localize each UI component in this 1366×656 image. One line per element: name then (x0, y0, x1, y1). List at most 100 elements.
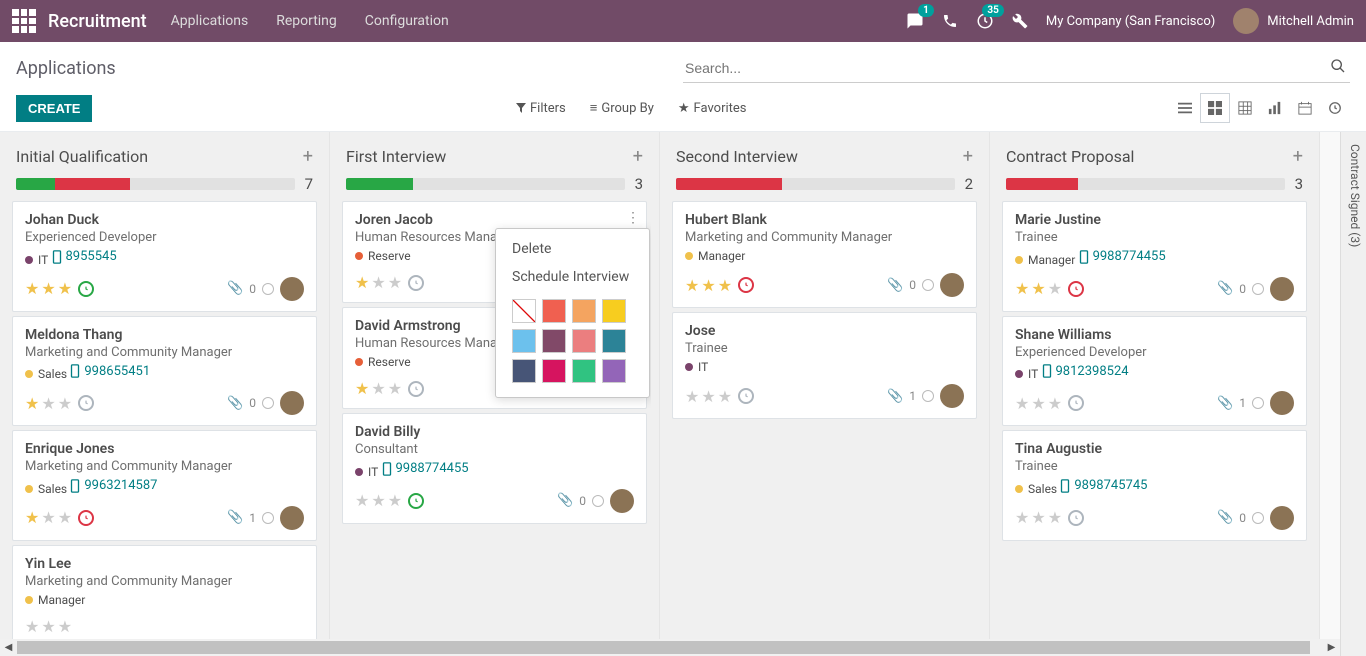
state-icon[interactable] (922, 279, 934, 291)
activity-icon[interactable] (738, 388, 754, 404)
attachment-icon[interactable]: 📎 (557, 493, 573, 508)
activity-icon[interactable] (408, 275, 424, 291)
star-icon[interactable]: ★ (1031, 508, 1045, 527)
kanban-card[interactable]: Meldona Thang Marketing and Community Ma… (12, 316, 317, 427)
star-icon[interactable]: ★ (58, 617, 72, 636)
card-phone[interactable]: 9963214587 (70, 478, 157, 493)
color-swatch[interactable] (542, 359, 566, 383)
star-icon[interactable]: ★ (371, 273, 385, 292)
card-phone[interactable]: 9988774455 (1079, 249, 1166, 264)
card-menu-icon[interactable]: ⋮ (626, 210, 640, 226)
kanban-card[interactable]: Jose Trainee IT ★★★ 📎1 (672, 312, 977, 419)
assignee-avatar[interactable] (1270, 277, 1294, 301)
card-phone[interactable]: 9898745745 (1060, 478, 1147, 493)
star-icon[interactable]: ★ (685, 387, 699, 406)
attachment-icon[interactable]: 📎 (227, 281, 243, 296)
star-icon[interactable]: ★ (25, 279, 39, 298)
apps-icon[interactable] (12, 9, 36, 33)
activity-icon[interactable] (738, 277, 754, 293)
view-activity[interactable] (1320, 93, 1350, 123)
color-swatch[interactable] (512, 359, 536, 383)
assignee-avatar[interactable] (610, 489, 634, 513)
column-progress[interactable] (1006, 178, 1285, 190)
activity-icon[interactable] (1068, 281, 1084, 297)
star-icon[interactable]: ★ (1015, 279, 1029, 298)
star-icon[interactable]: ★ (701, 387, 715, 406)
state-icon[interactable] (922, 390, 934, 402)
horizontal-scrollbar[interactable]: ◀▶ (0, 639, 1340, 656)
attachment-icon[interactable]: 📎 (227, 510, 243, 525)
assignee-avatar[interactable] (280, 391, 304, 415)
star-icon[interactable]: ★ (25, 394, 39, 413)
kanban-card[interactable]: Marie Justine Trainee Manager 9988774455… (1002, 201, 1307, 312)
state-icon[interactable] (592, 495, 604, 507)
activity-icon[interactable] (1068, 510, 1084, 526)
state-icon[interactable] (1252, 283, 1264, 295)
nav-applications[interactable]: Applications (171, 13, 249, 29)
color-swatch[interactable] (572, 299, 596, 323)
color-swatch[interactable] (602, 299, 626, 323)
activity-icon[interactable] (408, 493, 424, 509)
star-icon[interactable]: ★ (388, 379, 402, 398)
star-icon[interactable]: ★ (1048, 394, 1062, 413)
star-icon[interactable]: ★ (25, 617, 39, 636)
star-icon[interactable]: ★ (685, 276, 699, 295)
state-icon[interactable] (262, 397, 274, 409)
column-add-icon[interactable]: + (1293, 146, 1303, 167)
assignee-avatar[interactable] (940, 384, 964, 408)
assignee-avatar[interactable] (280, 277, 304, 301)
card-phone[interactable]: 8955545 (52, 249, 117, 264)
state-icon[interactable] (262, 283, 274, 295)
column-add-icon[interactable]: + (633, 146, 643, 167)
view-list[interactable] (1170, 93, 1200, 123)
star-icon[interactable]: ★ (355, 491, 369, 510)
state-icon[interactable] (1252, 397, 1264, 409)
star-icon[interactable]: ★ (718, 387, 732, 406)
color-swatch[interactable] (542, 329, 566, 353)
kanban-card[interactable]: Shane Williams Experienced Developer IT … (1002, 316, 1307, 427)
view-kanban[interactable] (1200, 93, 1230, 123)
color-swatch[interactable] (602, 329, 626, 353)
card-phone[interactable]: 9812398524 (1042, 364, 1129, 379)
tools-icon[interactable] (1012, 13, 1028, 29)
color-swatch[interactable] (512, 329, 536, 353)
star-icon[interactable]: ★ (58, 394, 72, 413)
star-icon[interactable]: ★ (58, 279, 72, 298)
scroll-left-icon[interactable]: ◀ (0, 639, 17, 656)
star-icon[interactable]: ★ (388, 273, 402, 292)
user-menu[interactable]: Mitchell Admin (1233, 8, 1354, 34)
star-icon[interactable]: ★ (58, 508, 72, 527)
column-title[interactable]: Contract Proposal (1006, 147, 1293, 166)
color-swatch[interactable] (572, 359, 596, 383)
kanban-card[interactable]: Yin Lee Marketing and Community Manager … (12, 545, 317, 647)
activity-icon[interactable] (408, 381, 424, 397)
kanban-card[interactable]: Johan Duck Experienced Developer IT 8955… (12, 201, 317, 312)
dropdown-schedule[interactable]: Schedule Interview (496, 263, 649, 291)
scrollbar-thumb[interactable] (17, 641, 1310, 654)
activities-icon[interactable]: 35 (976, 12, 994, 30)
star-icon[interactable]: ★ (1048, 508, 1062, 527)
search-icon[interactable] (1330, 58, 1346, 74)
star-icon[interactable]: ★ (371, 491, 385, 510)
star-icon[interactable]: ★ (1031, 279, 1045, 298)
activity-icon[interactable] (1068, 395, 1084, 411)
brand[interactable]: Recruitment (48, 11, 147, 32)
activity-icon[interactable] (78, 281, 94, 297)
state-icon[interactable] (262, 512, 274, 524)
nav-reporting[interactable]: Reporting (276, 13, 337, 29)
star-icon[interactable]: ★ (701, 276, 715, 295)
attachment-icon[interactable]: 📎 (887, 389, 903, 404)
assignee-avatar[interactable] (940, 273, 964, 297)
star-icon[interactable]: ★ (388, 491, 402, 510)
state-icon[interactable] (1252, 512, 1264, 524)
color-swatch[interactable] (572, 329, 596, 353)
column-progress[interactable] (346, 178, 625, 190)
column-progress[interactable] (676, 178, 955, 190)
star-icon[interactable]: ★ (1015, 394, 1029, 413)
star-icon[interactable]: ★ (371, 379, 385, 398)
column-add-icon[interactable]: + (303, 146, 313, 167)
view-calendar[interactable] (1290, 93, 1320, 123)
attachment-icon[interactable]: 📎 (1217, 396, 1233, 411)
star-icon[interactable]: ★ (41, 617, 55, 636)
star-icon[interactable]: ★ (1048, 279, 1062, 298)
